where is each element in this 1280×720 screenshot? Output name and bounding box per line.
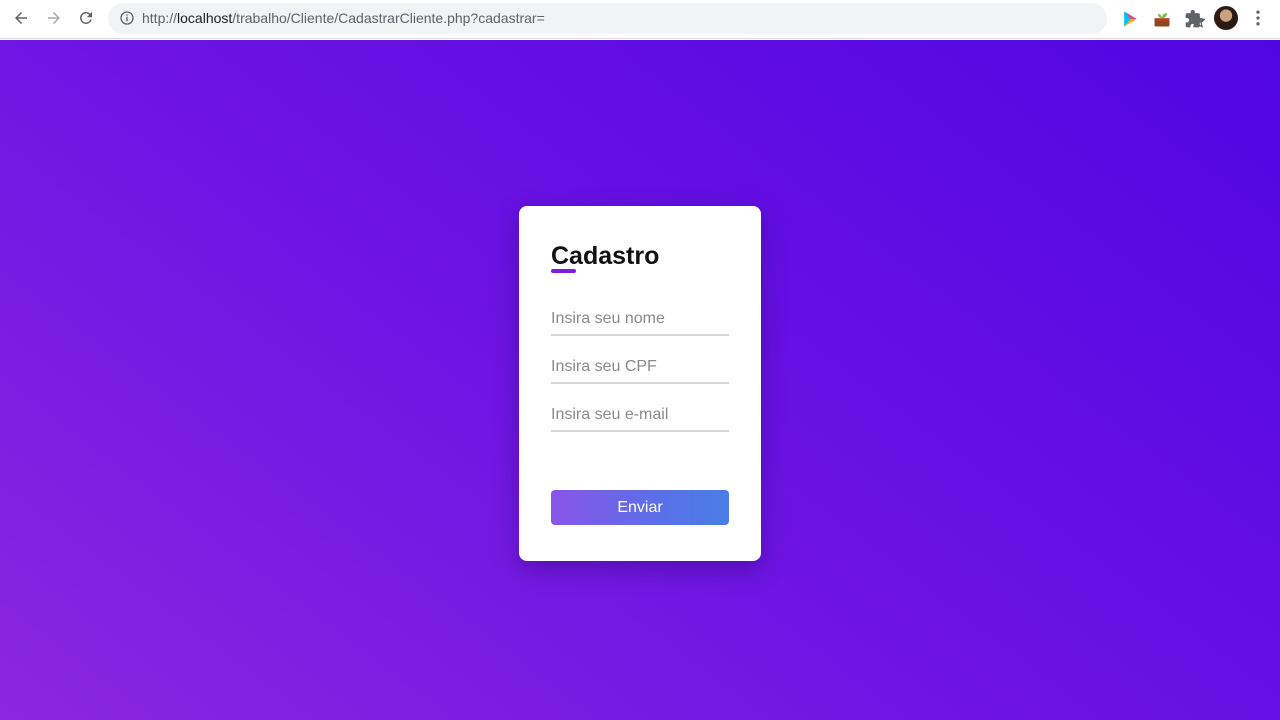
address-bar[interactable]: http://localhost/trabalho/Cliente/Cadast…	[108, 3, 1206, 34]
play-extension-icon[interactable]	[1120, 9, 1140, 29]
arrow-right-icon	[48, 12, 60, 24]
name-input[interactable]	[551, 304, 729, 336]
url-text[interactable]: http://localhost/trabalho/Cliente/Cadast…	[142, 10, 545, 26]
reload-icon	[79, 11, 92, 24]
cpf-input[interactable]	[551, 352, 729, 384]
submit-button[interactable]: Enviar	[551, 490, 729, 525]
info-icon[interactable]	[119, 10, 135, 26]
browser-toolbar: http://localhost/trabalho/Cliente/Cadast…	[0, 0, 1280, 39]
profile-avatar[interactable]	[1214, 6, 1238, 30]
url-prefix: http://	[142, 10, 178, 26]
url-host: localhost	[177, 10, 233, 26]
register-card: Cadastro Enviar	[519, 206, 761, 561]
kebab-menu-icon[interactable]	[1248, 8, 1268, 28]
email-input[interactable]	[551, 400, 729, 432]
reload-button[interactable]	[70, 2, 102, 34]
forward-button[interactable]	[38, 2, 70, 34]
title-underline	[551, 269, 576, 273]
puzzle-icon[interactable]	[1184, 9, 1204, 29]
plant-extension-icon[interactable]	[1152, 9, 1172, 29]
page-background: Cadastro Enviar	[0, 40, 1280, 720]
url-path: /trabalho/Cliente/CadastrarCliente.php?c…	[232, 10, 545, 26]
arrow-left-icon	[15, 12, 27, 24]
form-title: Cadastro	[551, 242, 660, 270]
back-button[interactable]	[5, 2, 37, 34]
